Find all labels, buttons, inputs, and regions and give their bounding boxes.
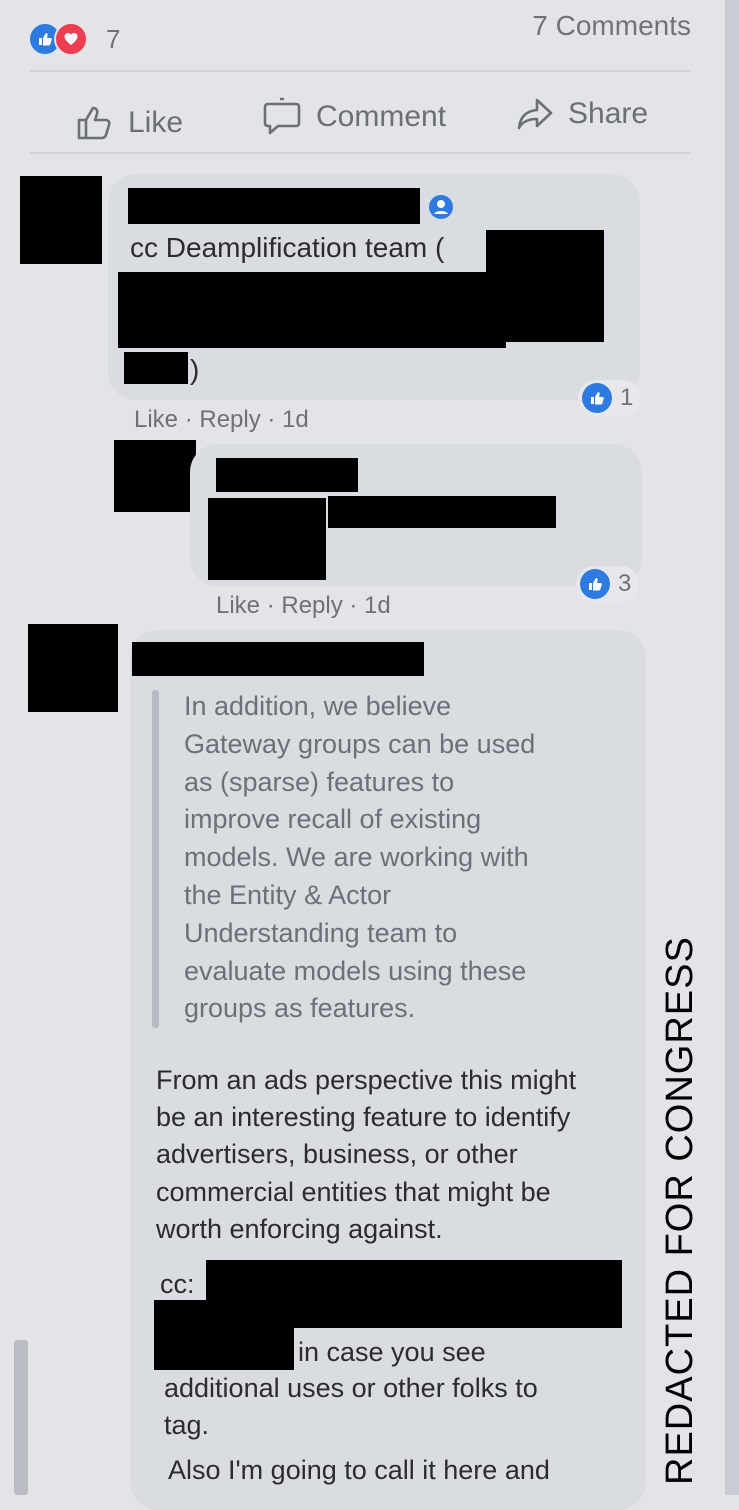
reactions-count: 7 xyxy=(106,23,121,54)
comment-actions[interactable]: Like · Reply · 1d xyxy=(216,592,391,620)
avatar-redacted[interactable] xyxy=(28,624,118,712)
comment-like-badge[interactable]: 3 xyxy=(576,566,640,602)
avatar-redacted[interactable] xyxy=(114,440,196,512)
author-name-redacted[interactable] xyxy=(128,188,420,224)
redacted-block xyxy=(208,498,326,580)
quote-line: improve recall of existing xyxy=(184,804,482,835)
redaction-watermark: REDACTED FOR CONGRESS xyxy=(658,936,701,1485)
comment-last-line: Also I'm going to call it here and xyxy=(168,1455,550,1485)
divider xyxy=(30,70,691,72)
comment-actions[interactable]: Like · Reply · 1d xyxy=(134,406,309,434)
like-label: Like xyxy=(128,106,184,139)
scrollbar[interactable] xyxy=(14,1340,28,1495)
screen-edge xyxy=(725,0,739,1495)
quote-line: evaluate models using these xyxy=(184,955,527,986)
divider xyxy=(30,152,691,154)
quoted-text: In addition, we believe Gateway groups c… xyxy=(184,688,604,1028)
author-name-redacted[interactable] xyxy=(132,642,424,676)
quote-bar xyxy=(152,690,159,1028)
quote-line: models. We are working with xyxy=(184,842,529,873)
paragraph-line: worth enforcing against. xyxy=(156,1213,443,1244)
comment-paragraph: From an ads perspective this might be an… xyxy=(156,1062,626,1248)
avatar-redacted[interactable] xyxy=(20,176,102,264)
quote-line: groups as features. xyxy=(184,993,416,1024)
comment-label: Comment xyxy=(316,100,447,133)
love-reaction-icon xyxy=(54,22,88,56)
like-count: 3 xyxy=(618,570,632,597)
comment-text: cc Deamplification team ( xyxy=(130,232,445,263)
paragraph-line: From an ads perspective this might xyxy=(156,1065,577,1095)
thumbs-up-icon xyxy=(77,106,111,140)
speech-bubble-icon xyxy=(263,97,301,135)
comments-count-link[interactable]: 7 Comments xyxy=(532,10,691,42)
comment-text-end: ) xyxy=(190,354,200,385)
comment-paragraph: additional uses or other folks to tag. xyxy=(164,1370,624,1444)
paragraph-line: be an interesting feature to identify xyxy=(156,1102,571,1133)
quote-line: Understanding team to xyxy=(184,917,458,948)
share-arrow-icon xyxy=(517,98,553,130)
quote-line: In addition, we believe xyxy=(184,691,452,721)
author-name-redacted[interactable] xyxy=(216,458,358,492)
cc-label: cc: xyxy=(160,1269,195,1299)
paragraph-line: advertisers, business, or other xyxy=(156,1139,518,1170)
like-button[interactable]: Like xyxy=(76,104,183,142)
paragraph-line: commercial entities that might be xyxy=(156,1176,551,1207)
redacted-tag[interactable] xyxy=(154,1300,294,1370)
like-count: 1 xyxy=(620,384,634,411)
paragraph-line: tag. xyxy=(164,1410,210,1441)
share-label: Share xyxy=(568,97,649,130)
redacted-block xyxy=(328,496,556,528)
quote-line: as (sparse) features to xyxy=(184,766,455,797)
comment-button[interactable]: Comment xyxy=(262,96,446,138)
paragraph-line: additional uses or other folks to xyxy=(164,1373,538,1403)
share-button[interactable]: Share xyxy=(516,96,648,132)
verified-badge-icon xyxy=(429,195,453,219)
cc-tail: in case you see xyxy=(298,1337,486,1367)
reaction-summary[interactable]: 7 xyxy=(28,22,120,56)
quote-line: the Entity & Actor xyxy=(184,879,392,910)
comment-like-badge[interactable]: 1 xyxy=(578,380,642,416)
like-reaction-icon xyxy=(580,569,610,599)
redacted-block xyxy=(118,272,506,348)
redacted-block xyxy=(124,352,188,384)
like-reaction-icon xyxy=(582,383,612,413)
quote-line: Gateway groups can be used xyxy=(184,728,536,759)
